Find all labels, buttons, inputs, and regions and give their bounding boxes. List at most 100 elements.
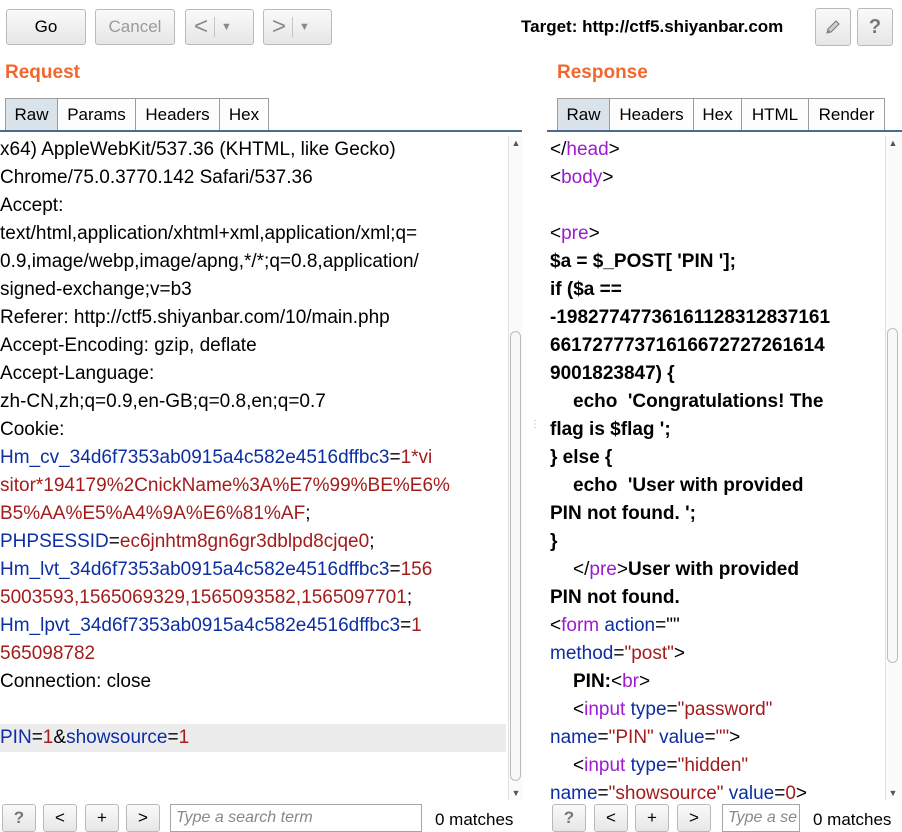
request-line: Accept-Encoding: gzip, deflate	[0, 335, 257, 356]
splitter-handle[interactable]: ⋮	[530, 420, 540, 450]
back-dropdown-icon[interactable]: ▼	[221, 21, 232, 33]
cookie-value: ec6jnhtm8gn6gr3dblpd8cjqe0	[119, 531, 370, 552]
response-scrollbar[interactable]: ▲ ▼	[885, 136, 900, 800]
source-line: 66172777371616672727261614	[550, 335, 825, 356]
response-search-matches: 0 matches	[813, 810, 892, 829]
request-line: Accept:	[0, 195, 64, 216]
cookie-line: Hm_cv_34d6f7353ab0915a4c582e4516dffbc3=1…	[0, 447, 433, 468]
request-search-input[interactable]: Type a search term	[170, 804, 422, 832]
response-line: <form action=""	[550, 615, 680, 636]
response-search-input[interactable]: Type a se	[722, 804, 800, 832]
response-title: Response	[557, 62, 648, 83]
edit-target-button[interactable]	[815, 8, 851, 46]
back-button[interactable]: < ▼	[185, 9, 254, 45]
source-line: PIN not found. ';	[550, 503, 696, 524]
cookie-line: Hm_lvt_34d6f7353ab0915a4c582e4516dffbc3=…	[0, 559, 433, 580]
cookie-key: PHPSESSID	[0, 531, 109, 552]
request-line: Connection: close	[0, 671, 152, 692]
scroll-down-icon[interactable]: ▼	[509, 786, 523, 800]
response-line: name="PIN" value="">	[550, 727, 741, 748]
post-body-line: PIN=1&showsource=1	[0, 724, 506, 752]
scroll-thumb[interactable]	[887, 328, 898, 663]
response-line: <pre>	[550, 223, 600, 244]
request-search-help-button[interactable]: ?	[2, 804, 36, 832]
request-line: 0.9,image/webp,image/apng,*/*;q=0.8,appl…	[0, 251, 419, 272]
cookie-line: PHPSESSID=ec6jnhtm8gn6gr3dblpd8cjqe0;	[0, 531, 375, 552]
scroll-thumb[interactable]	[510, 331, 521, 781]
cookie-value: 5003593,1565069329,1565093582,1565097701	[0, 587, 407, 608]
cookie-value-line: 5003593,1565069329,1565093582,1565097701…	[0, 587, 413, 608]
response-search-add-button[interactable]: +	[635, 804, 669, 832]
response-line: <body>	[550, 167, 614, 188]
response-line: <input type="hidden"	[573, 755, 749, 776]
request-title: Request	[5, 62, 80, 83]
request-line: Cookie:	[0, 419, 65, 440]
cookie-key: Hm_lvt_34d6f7353ab0915a4c582e4516dffbc3	[0, 559, 390, 580]
tab-request-params[interactable]: Params	[57, 98, 136, 130]
tab-request-raw[interactable]: Raw	[5, 98, 58, 130]
param-value: 1	[42, 727, 54, 748]
tab-request-headers[interactable]: Headers	[135, 98, 220, 130]
source-line: -19827747736161128312837161	[550, 307, 831, 328]
request-line: x64) AppleWebKit/537.36 (KHTML, like Gec…	[0, 139, 396, 160]
tab-response-raw[interactable]: Raw	[557, 98, 610, 130]
response-line: name="showsource" value=0>	[550, 783, 808, 804]
cookie-key: Hm_cv_34d6f7353ab0915a4c582e4516dffbc3	[0, 447, 390, 468]
response-line: </pre>User with provided	[573, 559, 799, 580]
param-value: 1	[178, 727, 190, 748]
cookie-value: 1*vi	[400, 447, 433, 468]
cookie-value: B5%AA%E5%A4%9A%E6%81%AF	[0, 503, 306, 524]
scroll-up-icon[interactable]: ▲	[886, 136, 900, 150]
request-line: Accept-Language:	[0, 363, 155, 384]
response-search-help-button[interactable]: ?	[552, 804, 586, 832]
source-line: if ($a ==	[550, 279, 622, 300]
cancel-button[interactable]: Cancel	[95, 9, 175, 45]
response-search-prev-button[interactable]: <	[594, 804, 628, 832]
source-line: echo 'User with provided	[573, 475, 804, 496]
forward-dropdown-icon[interactable]: ▼	[299, 21, 310, 33]
request-line: signed-exchange;v=b3	[0, 279, 192, 300]
back-arrow-icon: <	[194, 13, 209, 40]
target-label: Target: http://ctf5.shiyanbar.com	[521, 17, 784, 36]
request-line: text/html,application/xhtml+xml,applicat…	[0, 223, 418, 244]
source-line: $a = $_POST[ 'PIN '];	[550, 251, 736, 272]
request-search-matches: 0 matches	[435, 810, 514, 829]
response-line: PIN not found.	[550, 587, 680, 608]
response-line: <input type="password"	[573, 699, 773, 720]
scroll-down-icon[interactable]: ▼	[886, 786, 900, 800]
tab-response-headers[interactable]: Headers	[609, 98, 694, 130]
scroll-up-icon[interactable]: ▲	[509, 136, 523, 150]
cookie-value: 156	[400, 559, 433, 580]
tab-request-hex[interactable]: Hex	[219, 98, 269, 130]
source-line: flag is $flag ';	[550, 419, 671, 440]
tab-response-render[interactable]: Render	[808, 98, 885, 130]
param-key: showsource	[66, 727, 168, 748]
pencil-icon	[826, 20, 840, 34]
cookie-key: Hm_lpvt_34d6f7353ab0915a4c582e4516dffbc3	[0, 615, 401, 636]
cookie-value: 1	[411, 615, 422, 636]
request-tab-underline	[0, 130, 522, 132]
help-button[interactable]: ?	[857, 8, 893, 46]
source-line: 9001823847) {	[550, 363, 675, 384]
forward-button[interactable]: > ▼	[263, 9, 332, 45]
response-tab-underline	[547, 130, 902, 132]
request-editor[interactable]: x64) AppleWebKit/537.36 (KHTML, like Gec…	[0, 136, 506, 800]
source-line: echo 'Congratulations! The	[573, 391, 824, 412]
cookie-value-line: sitor*194179%2CnickName%3A%E7%99%BE%E6%	[0, 475, 450, 496]
tab-response-html[interactable]: HTML	[741, 98, 809, 130]
go-button[interactable]: Go	[6, 9, 86, 45]
request-search-prev-button[interactable]: <	[43, 804, 77, 832]
response-editor[interactable]: </head> <body> <pre> $a = $_POST[ 'PIN '…	[550, 136, 882, 804]
forward-arrow-icon: >	[272, 13, 287, 40]
request-search-add-button[interactable]: +	[85, 804, 119, 832]
request-line: zh-CN,zh;q=0.9,en-GB;q=0.8,en;q=0.7	[0, 391, 326, 412]
response-line: method="post">	[550, 643, 685, 664]
tab-response-hex[interactable]: Hex	[693, 98, 742, 130]
request-scrollbar[interactable]: ▲ ▼	[508, 136, 523, 800]
request-search-next-button[interactable]: >	[126, 804, 160, 832]
response-search-next-button[interactable]: >	[677, 804, 711, 832]
request-line: Chrome/75.0.3770.142 Safari/537.36	[0, 167, 313, 188]
request-line: Referer: http://ctf5.shiyanbar.com/10/ma…	[0, 307, 390, 328]
